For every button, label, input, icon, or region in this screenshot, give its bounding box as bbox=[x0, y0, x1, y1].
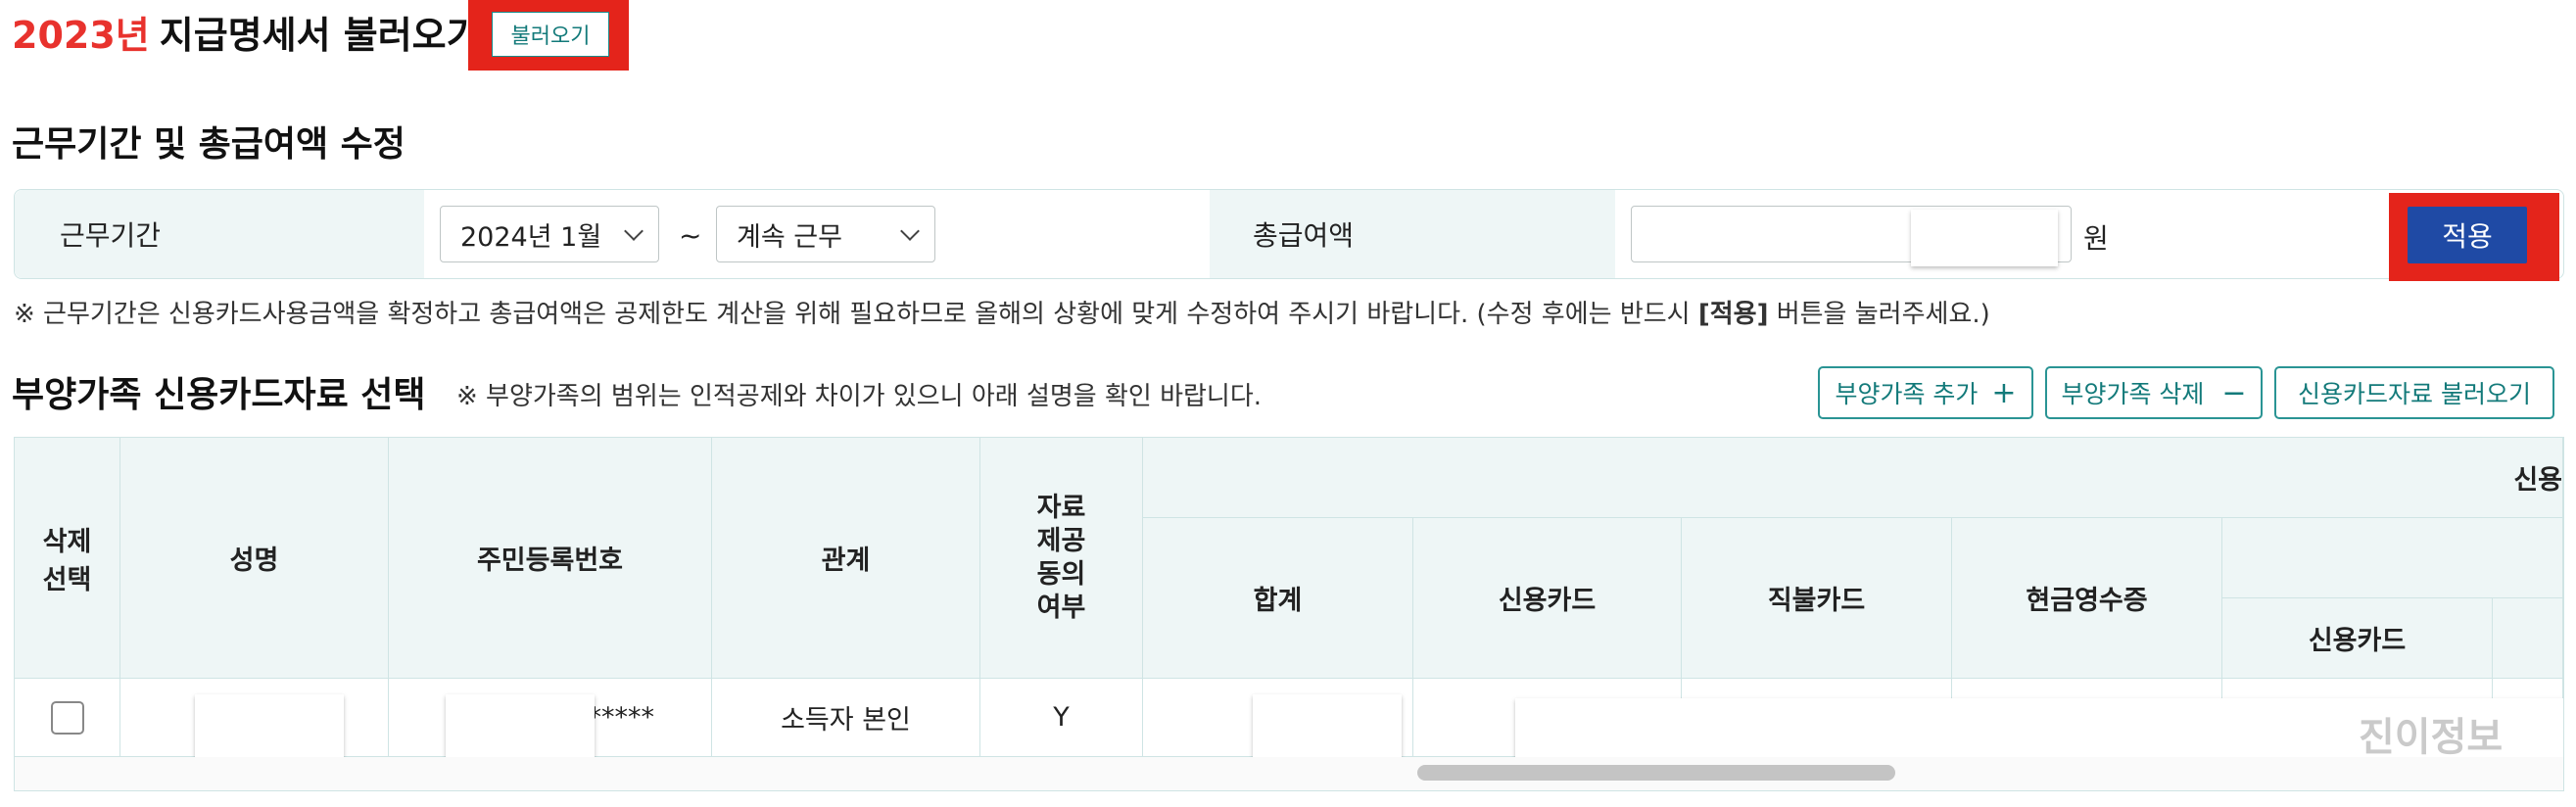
row-select-cell bbox=[15, 679, 120, 757]
header-group-label: 신용 bbox=[2513, 465, 2562, 496]
start-month-value: 2024년 1월 bbox=[460, 221, 602, 253]
rrn-masked: ***** bbox=[588, 702, 655, 733]
dependents-table: 삭제 선택 성명 주민등록번호 관계 자료 제공 동의 여부 신용 합계 신용카… bbox=[14, 437, 2564, 791]
header-name: 성명 bbox=[120, 438, 389, 679]
plus-icon: + bbox=[1991, 375, 2017, 410]
header-sub-next bbox=[2493, 598, 2563, 679]
header-select: 삭제 선택 bbox=[15, 438, 120, 679]
add-dependent-button[interactable]: 부양가족 추가 + bbox=[1818, 366, 2033, 419]
load-card-data-button[interactable]: 신용카드자료 불러오기 bbox=[2274, 366, 2554, 419]
title-year: 2023년 bbox=[12, 13, 150, 57]
apply-button[interactable]: 적용 bbox=[2408, 207, 2527, 263]
scrollbar-thumb[interactable] bbox=[1417, 765, 1895, 781]
dependents-section-title: 부양가족 신용카드자료 선택 bbox=[12, 375, 426, 415]
dependents-note: ※ 부양가족의 범위는 인적공제와 차이가 있으니 아래 설명을 확인 바랍니다… bbox=[456, 382, 1263, 411]
load-statement-button[interactable]: 불러오기 bbox=[492, 12, 609, 57]
work-period-form: 근무기간 2024년 1월 ~ 계속 근무 총급여액 원 적용 bbox=[14, 189, 2564, 281]
page-title: 2023년 지급명세서 불러오기 bbox=[12, 2, 481, 61]
note-text: ※ 근무기간은 신용카드사용금액을 확정하고 총급여액은 공제한도 계산을 위해… bbox=[14, 300, 1698, 329]
header-relation: 관계 bbox=[712, 438, 980, 679]
salary-unit: 원 bbox=[2083, 222, 2109, 255]
header-credit: 신용카드 bbox=[1413, 518, 1682, 679]
header-sub-group bbox=[2222, 518, 2563, 598]
delete-dependent-label: 부양가족 삭제 bbox=[2061, 380, 2205, 408]
chevron-down-icon bbox=[900, 221, 920, 241]
horizontal-scrollbar[interactable] bbox=[15, 757, 2563, 790]
header-total: 합계 bbox=[1143, 518, 1413, 679]
start-month-select[interactable]: 2024년 1월 bbox=[440, 206, 659, 262]
redaction-mask-total bbox=[1253, 694, 1402, 757]
title-text: 지급명세서 불러오기 bbox=[159, 13, 481, 57]
redaction-mask bbox=[1911, 210, 2058, 266]
note-text-end: 버튼을 눌러주세요.) bbox=[1768, 300, 1990, 329]
chevron-down-icon bbox=[624, 221, 644, 241]
total-salary-label: 총급여액 bbox=[1210, 190, 1615, 278]
redaction-mask-rrn bbox=[446, 694, 595, 757]
row-relation-cell: 소득자 본인 bbox=[712, 679, 980, 757]
row-consent-cell: Y bbox=[980, 679, 1143, 757]
delete-dependent-button[interactable]: 부양가족 삭제 − bbox=[2045, 366, 2263, 419]
header-sub-credit: 신용카드 bbox=[2222, 598, 2493, 679]
apply-button-highlight: 적용 bbox=[2389, 193, 2559, 281]
header-debit: 직불카드 bbox=[1682, 518, 1952, 679]
work-period-note: ※ 근무기간은 신용카드사용금액을 확정하고 총급여액은 공제한도 계산을 위해… bbox=[14, 294, 1990, 330]
work-period-section-title: 근무기간 및 총급여액 수정 bbox=[12, 124, 405, 165]
end-month-value: 계속 근무 bbox=[737, 221, 842, 253]
header-cash: 현금영수증 bbox=[1952, 518, 2222, 679]
load-button-highlight: 불러오기 bbox=[468, 0, 629, 71]
end-month-select[interactable]: 계속 근무 bbox=[716, 206, 935, 262]
work-period-label: 근무기간 bbox=[15, 190, 424, 278]
add-dependent-label: 부양가족 추가 bbox=[1835, 380, 1979, 408]
header-consent: 자료 제공 동의 여부 bbox=[980, 438, 1143, 679]
note-bold: [적용] bbox=[1697, 300, 1769, 329]
watermark: 진이정보 bbox=[2359, 715, 2504, 760]
header-rrn: 주민등록번호 bbox=[389, 438, 712, 679]
row-select-checkbox[interactable] bbox=[50, 700, 84, 735]
period-separator: ~ bbox=[679, 219, 702, 252]
header-group: 신용 bbox=[1143, 438, 2563, 518]
minus-icon: − bbox=[2221, 375, 2247, 410]
redaction-mask-name bbox=[195, 694, 344, 757]
